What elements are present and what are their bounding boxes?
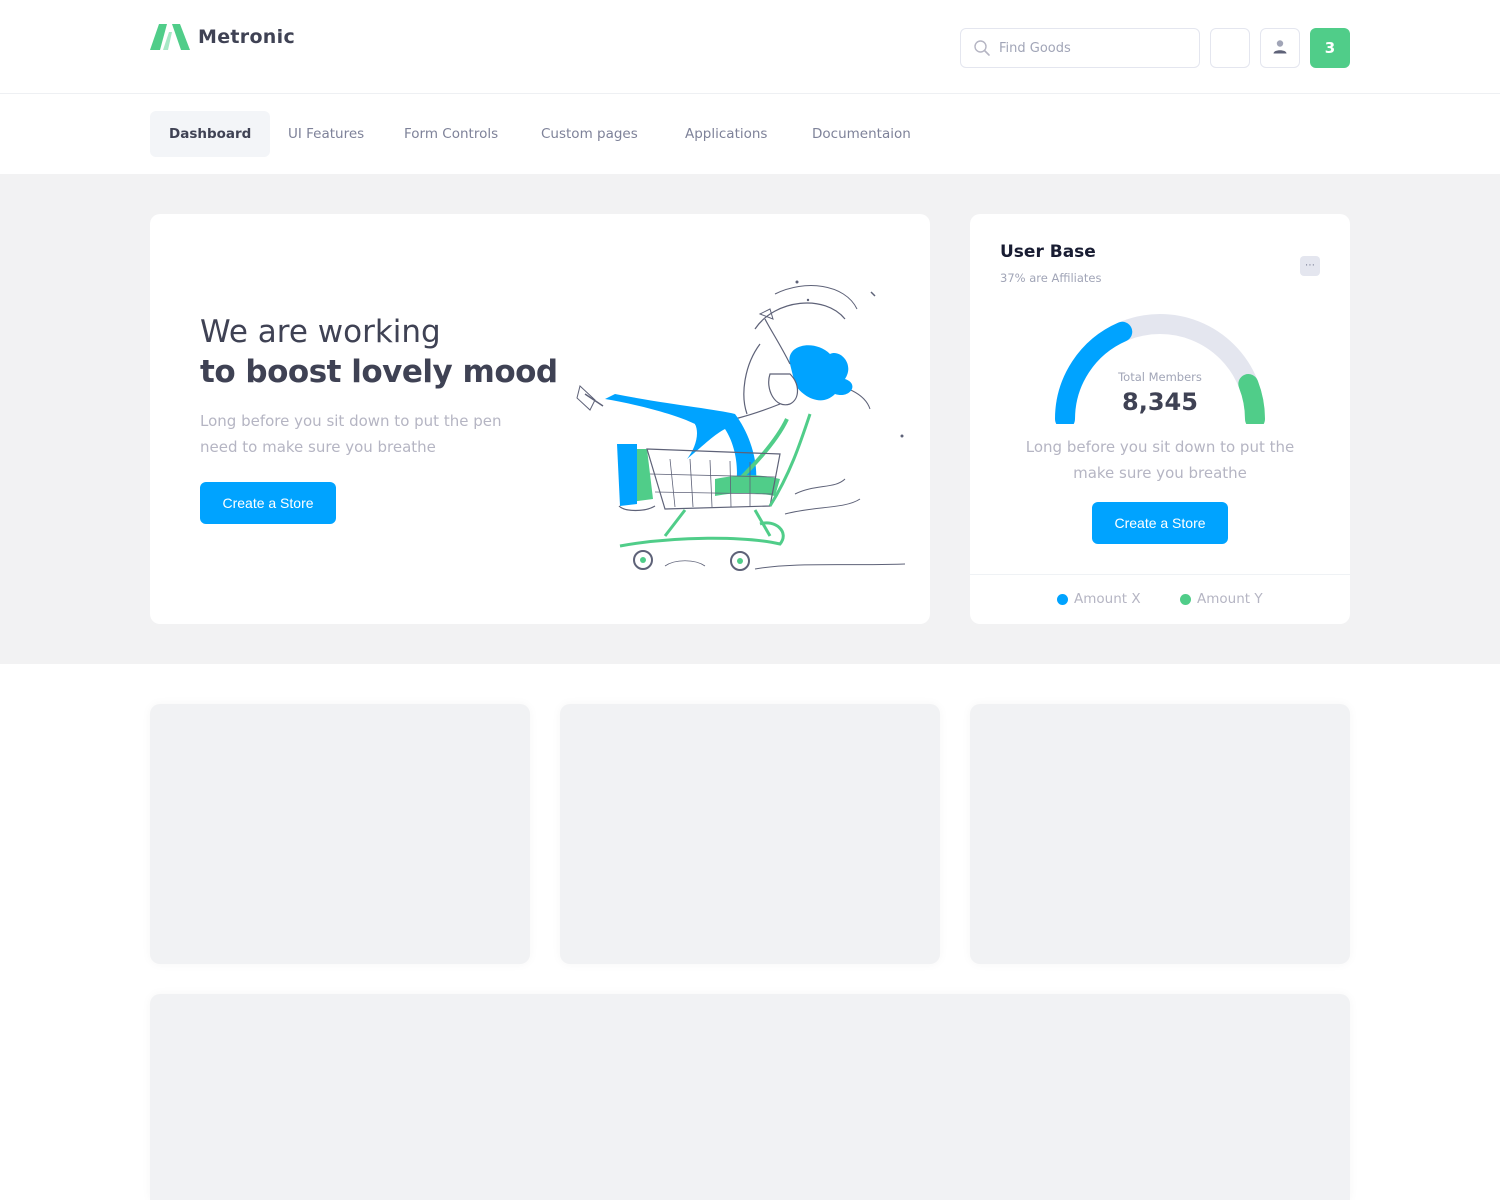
shopping-cart-rider-illustration — [576, 280, 906, 571]
hero-card: We are working to boost lovely mood Long… — [150, 214, 930, 624]
nav-item-form-controls[interactable]: Form Controls — [385, 111, 517, 157]
divider — [970, 574, 1350, 575]
gauge-value: 8,345 — [1122, 388, 1198, 416]
user-icon — [1273, 40, 1287, 54]
search-box[interactable] — [960, 28, 1200, 68]
placeholder-card-3 — [970, 704, 1350, 964]
user-base-card: User Base 37% are Affiliates ⋯ Total Mem… — [970, 214, 1350, 624]
brand-name: Metronic — [198, 26, 296, 48]
hero-description: Long before you sit down to put the pen … — [200, 412, 502, 456]
notifications-badge-button[interactable]: 3 — [1310, 28, 1350, 68]
search-icon — [974, 40, 990, 56]
placeholder-card-1 — [150, 704, 530, 964]
user-base-description: Long before you sit down to put the make… — [1025, 438, 1295, 482]
legend-item-amount-y: Amount Y — [1180, 591, 1263, 607]
nav-item-documentation[interactable]: Documentaion — [793, 111, 930, 157]
placeholder-card-wide — [150, 994, 1350, 1200]
legend-item-amount-x: Amount X — [1057, 591, 1141, 607]
user-profile-button[interactable] — [1260, 28, 1300, 68]
user-base-title: User Base — [1000, 242, 1096, 262]
create-store-button-secondary[interactable]: Create a Store — [1092, 502, 1228, 544]
legend-dot-amount-x — [1057, 593, 1068, 605]
user-base-subtitle: 37% are Affiliates — [1000, 271, 1102, 285]
placeholder-card-2 — [560, 704, 940, 964]
nav-item-custom-pages[interactable]: Custom pages — [522, 111, 657, 157]
legend-label-amount-y: Amount Y — [1197, 591, 1263, 607]
legend-dot-amount-y — [1180, 593, 1191, 605]
main-nav: Dashboard UI Features Form Controls Cust… — [0, 94, 1500, 174]
hero-title-line1: We are working — [200, 314, 441, 350]
quick-actions-button[interactable] — [1210, 28, 1250, 68]
legend-label-amount-x: Amount X — [1074, 591, 1141, 607]
notifications-count: 3 — [1324, 39, 1336, 57]
hero-title-line2: to boost lovely mood — [200, 354, 558, 390]
nav-item-applications[interactable]: Applications — [666, 111, 786, 157]
search-input[interactable] — [999, 40, 1189, 56]
nav-item-dashboard[interactable]: Dashboard — [150, 111, 271, 157]
top-header: Metronic 3 — [0, 0, 1500, 94]
metronic-logo-icon — [150, 24, 190, 50]
nav-item-ui-features[interactable]: UI Features — [269, 111, 383, 157]
brand-logo[interactable]: Metronic — [150, 24, 295, 50]
more-dots-icon[interactable]: ⋯ — [1300, 256, 1320, 276]
gauge-label: Total Members — [1118, 370, 1202, 384]
create-store-button[interactable]: Create a Store — [200, 482, 336, 524]
